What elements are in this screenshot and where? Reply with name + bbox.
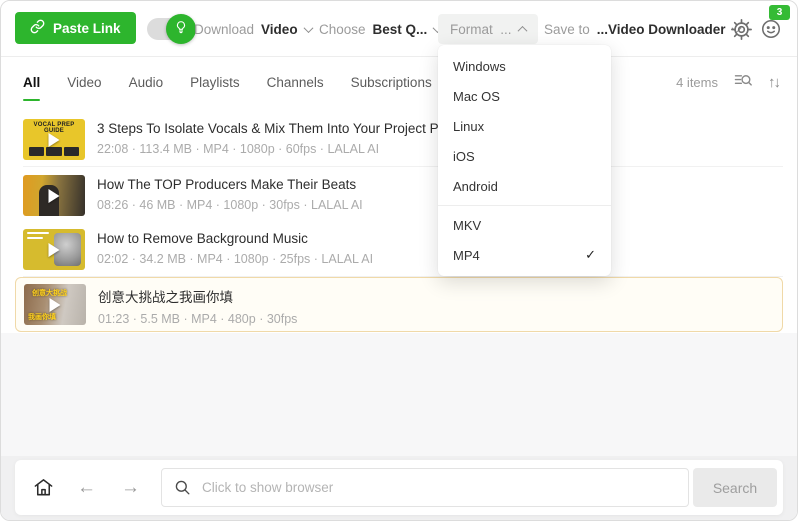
forward-arrow-icon[interactable]: → [121,460,140,515]
video-row-selected[interactable]: 创意大挑战 我画你填 创意大挑战之我画你填 01:23 · 5.5 MB · M… [15,277,783,332]
save-to-label: Save to [544,22,590,37]
filter-search-icon[interactable] [733,70,753,95]
download-label: Download [194,22,254,37]
search-button[interactable]: Search [693,468,777,507]
notification-badge: 3 [769,5,790,20]
video-title: 创意大挑战之我画你填 [98,286,297,306]
video-thumbnail[interactable] [23,175,85,216]
app-window: Paste Link Download Video Choose Best Q.… [0,0,798,521]
tabs-bar: All Video Audio Playlists Channels Subsc… [1,58,797,107]
video-meta: 02:02 · 34.2 MB · MP4 · 1080p · 25fps · … [97,252,373,266]
search-icon [173,478,192,502]
smart-mode-toggle[interactable] [147,18,193,40]
save-to-value: ...Video Downloader [597,22,726,37]
menu-item-linux[interactable]: Linux [438,111,611,141]
choose-label: Choose [319,22,366,37]
tab-subscriptions[interactable]: Subscriptions [351,58,432,107]
link-icon [30,19,45,37]
thumbnail-caption: 我画你填 [28,312,56,322]
video-title: How The TOP Producers Make Their Beats [97,177,363,192]
video-thumbnail[interactable] [23,229,85,270]
tab-playlists[interactable]: Playlists [190,58,240,107]
video-title: 3 Steps To Isolate Vocals & Mix Them Int… [97,121,482,136]
toggle-knob [166,14,196,44]
menu-item-ios[interactable]: iOS [438,141,611,171]
settings-gear-icon[interactable] [731,19,752,45]
play-icon [50,298,61,312]
browser-search-field [161,468,689,507]
quality-value: Best Q... [373,22,428,37]
download-type-select[interactable]: Download Video [194,1,312,57]
account-icon[interactable]: 3 [760,18,782,40]
sort-icon[interactable]: ↑↓ [768,74,779,91]
video-meta: 08:26 · 46 MB · MP4 · 1080p · 30fps · LA… [97,198,363,212]
items-count: 4 items [676,75,718,90]
browser-dock: ← → Search [15,460,783,515]
play-icon [49,243,60,257]
tab-all[interactable]: All [23,58,40,107]
paste-link-label: Paste Link [53,21,121,36]
format-select[interactable]: Format ... [438,14,538,44]
video-meta: 22:08 · 113.4 MB · MP4 · 1080p · 60fps ·… [97,142,482,156]
video-title: How to Remove Background Music [97,231,373,246]
video-row[interactable]: How to Remove Background Music 02:02 · 3… [1,222,797,277]
menu-item-mp4[interactable]: MP4 ✓ [438,240,611,270]
lightbulb-icon [174,20,188,39]
active-tab-underline [23,99,40,102]
video-thumbnail[interactable]: VOCAL PREP GUIDE [23,119,85,160]
quality-select[interactable]: Choose Best Q... [319,1,441,57]
download-value: Video [261,22,298,37]
menu-divider [438,205,611,206]
menu-item-mkv[interactable]: MKV [438,210,611,240]
format-value: ... [500,22,511,37]
check-icon: ✓ [585,247,596,263]
menu-item-windows[interactable]: Windows [438,51,611,81]
chevron-down-icon [303,23,313,33]
play-icon [49,189,60,203]
paste-link-button[interactable]: Paste Link [15,12,136,44]
chevron-up-icon [518,25,528,35]
format-label: Format [450,22,493,37]
back-arrow-icon[interactable]: ← [77,460,96,515]
video-meta: 01:23 · 5.5 MB · MP4 · 480p · 30fps [98,312,297,326]
video-thumbnail[interactable]: 创意大挑战 我画你填 [24,284,86,325]
tab-video[interactable]: Video [67,58,101,107]
menu-item-macos[interactable]: Mac OS [438,81,611,111]
menu-item-android[interactable]: Android [438,171,611,201]
video-row[interactable]: VOCAL PREP GUIDE 3 Steps To Isolate Voca… [1,112,797,167]
tab-channels[interactable]: Channels [267,58,324,107]
thumbnail-caption: 创意大挑战 [32,288,67,298]
play-icon [49,133,60,147]
video-row[interactable]: How The TOP Producers Make Their Beats 0… [1,168,797,223]
toolbar: Paste Link Download Video Choose Best Q.… [1,1,797,57]
search-input[interactable] [161,468,689,507]
home-icon[interactable] [32,476,55,504]
format-dropdown-menu: Windows Mac OS Linux iOS Android MKV MP4… [438,45,611,276]
tab-audio[interactable]: Audio [129,58,164,107]
